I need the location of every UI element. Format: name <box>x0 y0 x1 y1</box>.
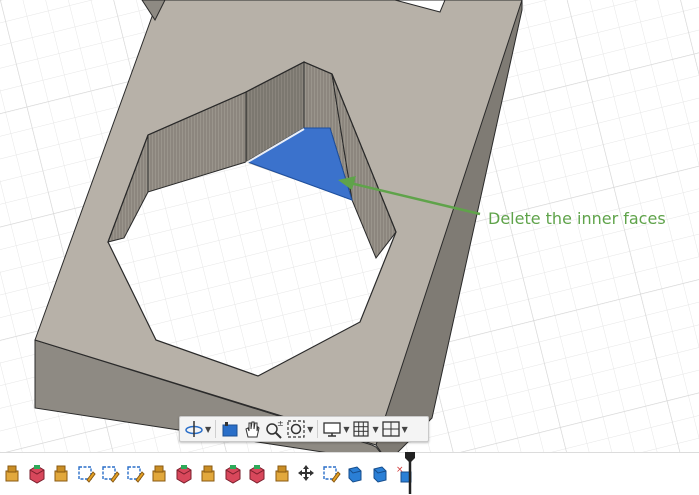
zoom-icon: ± <box>266 419 284 439</box>
extrude-icon <box>152 465 166 482</box>
timeline-feature[interactable] <box>0 461 25 487</box>
sketch-icon <box>323 466 341 483</box>
sphere-body-icon <box>225 465 241 484</box>
move-icon <box>298 465 315 481</box>
grid-button[interactable]: ▼ <box>351 418 379 440</box>
surface-icon <box>348 466 362 483</box>
timeline-feature[interactable] <box>368 461 393 487</box>
sketch-icon <box>127 466 145 483</box>
fit-icon <box>287 420 305 438</box>
timeline-feature[interactable] <box>319 461 344 487</box>
orbit-icon <box>185 421 203 437</box>
viewports-button[interactable]: ▼ <box>381 418 408 440</box>
orbit-dropdown-caret[interactable]: ▼ <box>205 425 211 434</box>
timeline-marker-icon[interactable] <box>404 452 416 494</box>
sketch-icon <box>102 466 120 483</box>
extrude-icon <box>5 465 19 482</box>
timeline-feature[interactable] <box>25 461 50 487</box>
sphere-body-icon <box>249 465 265 484</box>
svg-text:×: × <box>396 465 404 475</box>
fit-button[interactable]: ▼ <box>286 418 313 440</box>
navigation-toolbar: ▼ ± ▼ ▼ ▼ ▼ <box>179 416 429 442</box>
timeline-feature[interactable] <box>294 461 319 487</box>
extrude-icon <box>54 465 68 482</box>
extrude-icon <box>201 465 215 482</box>
sphere-body-icon <box>29 465 45 484</box>
display-settings-icon <box>323 422 341 437</box>
timeline-feature[interactable] <box>172 461 197 487</box>
timeline-feature[interactable] <box>221 461 246 487</box>
surface-icon <box>373 466 387 483</box>
look-at-button[interactable] <box>220 418 240 440</box>
look-at-icon <box>222 422 238 437</box>
timeline-feature[interactable] <box>147 461 172 487</box>
design-timeline: × <box>0 452 699 495</box>
sketch-icon <box>78 466 96 483</box>
orbit-button[interactable]: ▼ <box>184 418 211 440</box>
svg-text:±: ± <box>277 419 284 428</box>
viewports-dropdown-caret[interactable]: ▼ <box>402 425 408 434</box>
timeline-features: × <box>0 461 417 487</box>
separator <box>317 420 319 438</box>
display-settings-button[interactable]: ▼ <box>322 418 349 440</box>
display-dropdown-caret[interactable]: ▼ <box>343 425 349 434</box>
timeline-feature[interactable] <box>270 461 295 487</box>
grid-icon <box>353 421 370 437</box>
timeline-feature[interactable] <box>196 461 221 487</box>
pan-button[interactable] <box>242 418 262 440</box>
separator <box>215 420 217 438</box>
grid-dropdown-caret[interactable]: ▼ <box>372 425 378 434</box>
viewports-icon <box>381 421 400 437</box>
timeline-feature[interactable] <box>245 461 270 487</box>
timeline-feature[interactable] <box>49 461 74 487</box>
timeline-feature[interactable] <box>123 461 148 487</box>
zoom-button[interactable]: ± <box>264 418 284 440</box>
timeline-feature[interactable] <box>343 461 368 487</box>
fit-dropdown-caret[interactable]: ▼ <box>307 425 313 434</box>
extrude-icon <box>275 465 289 482</box>
pan-hand-icon <box>245 421 260 438</box>
sphere-body-icon <box>176 465 192 484</box>
timeline-feature[interactable] <box>98 461 123 487</box>
annotation-label: Delete the inner faces <box>488 209 666 228</box>
timeline-feature[interactable] <box>74 461 99 487</box>
